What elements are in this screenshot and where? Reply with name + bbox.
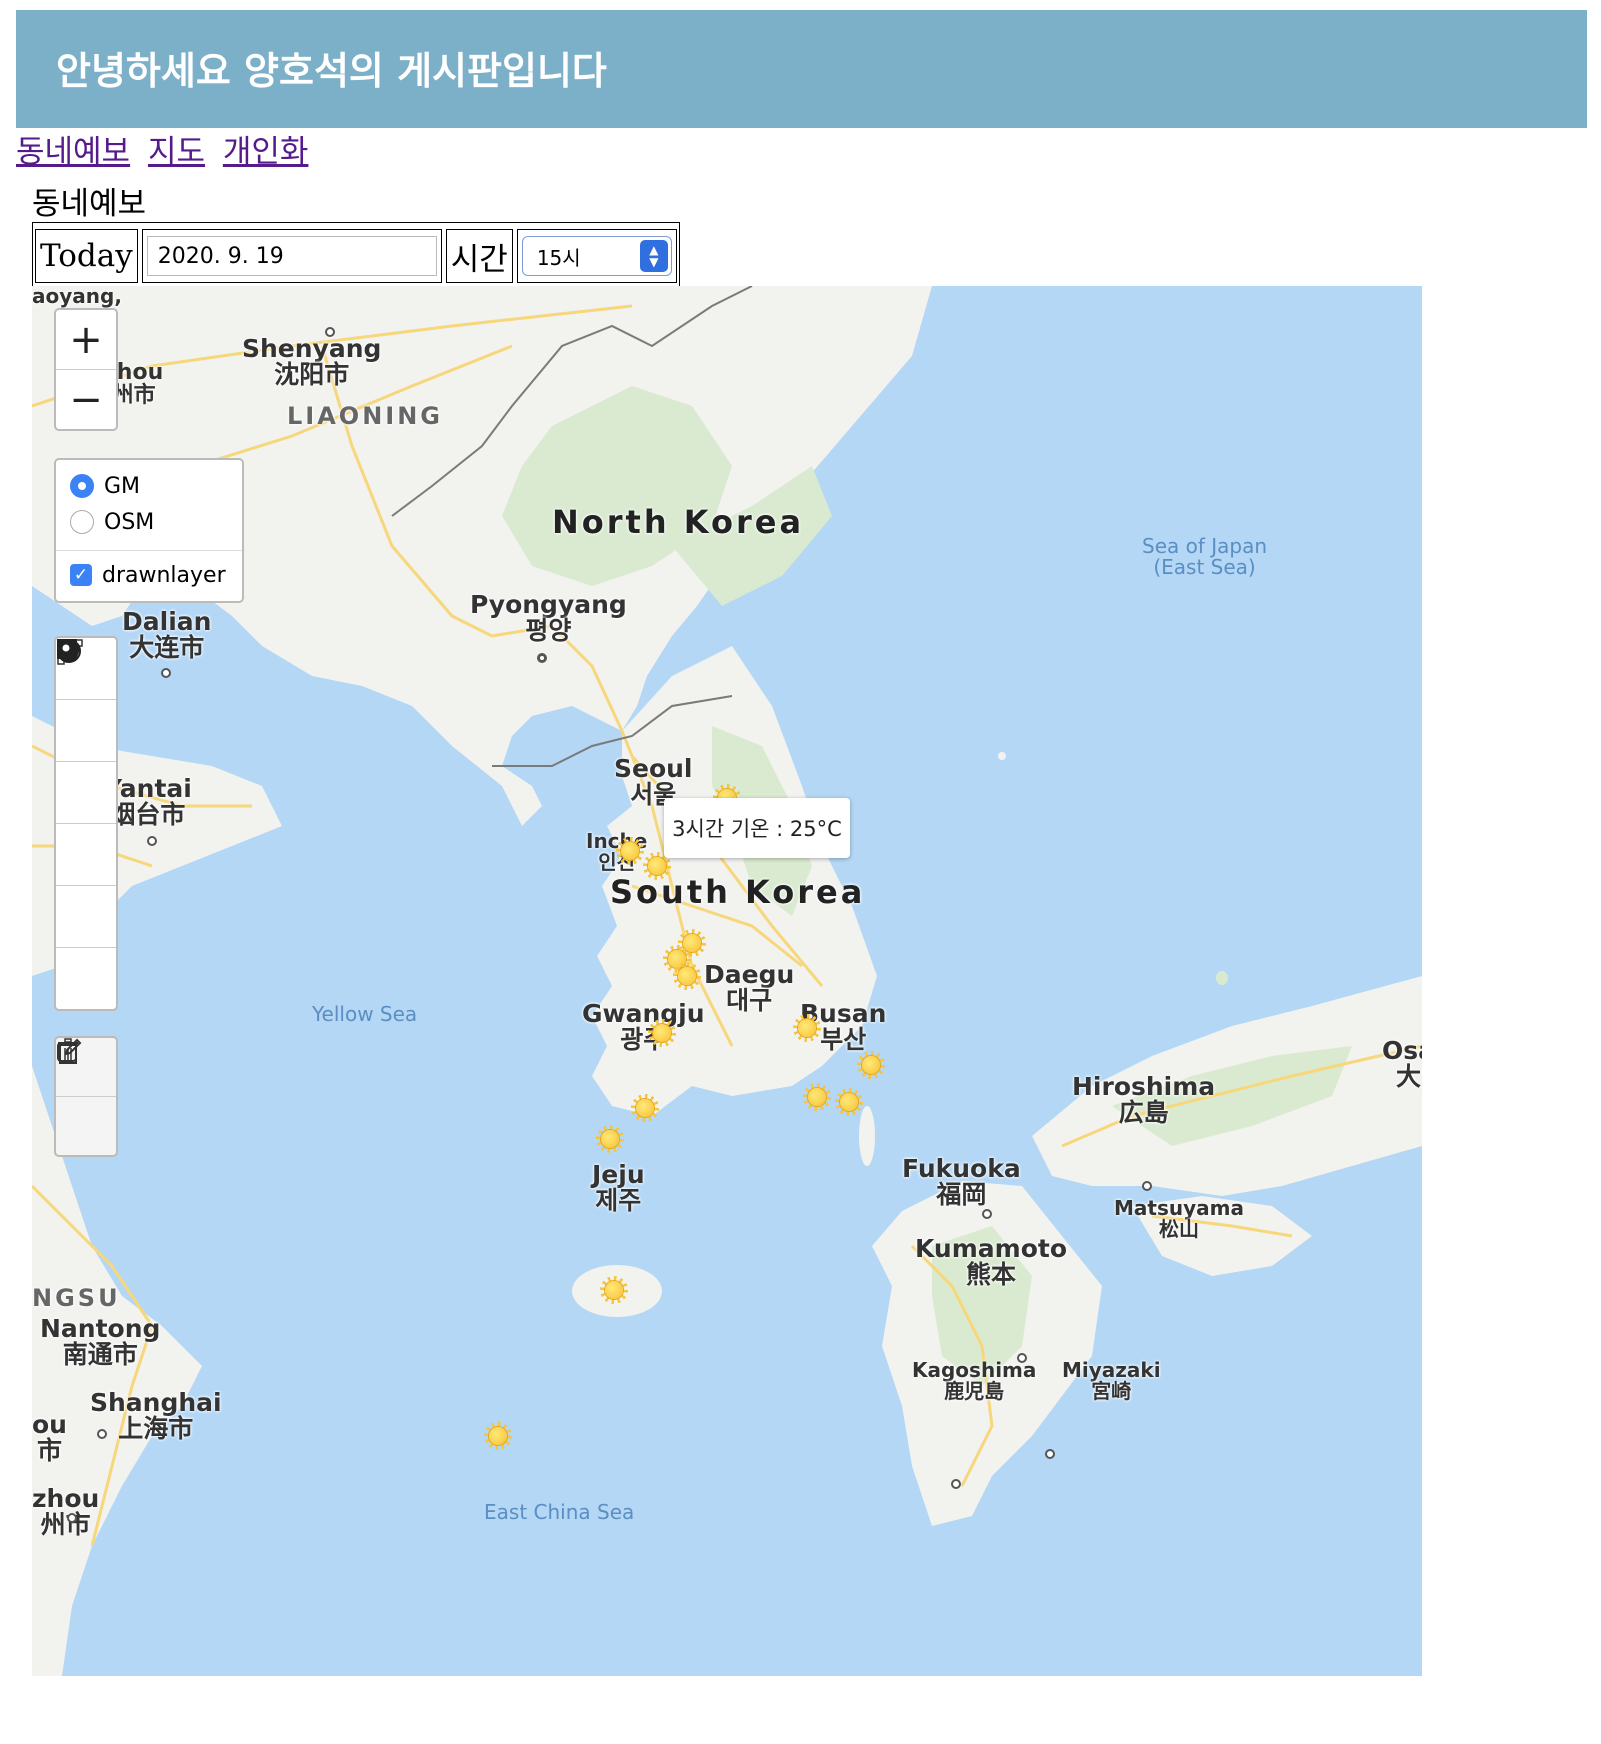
sun-icon[interactable] [597,1273,631,1307]
time-select[interactable]: 15시 ▲ ▼ [521,236,672,276]
today-label: Today [40,238,133,274]
map-label-jiangsu: NGSU [32,1284,121,1312]
layer-option-osm[interactable]: OSM [56,504,242,540]
map-label-daegu: Daegu 대구 [704,960,795,1016]
draw-marker-button[interactable] [56,639,116,947]
date-cell [141,229,442,283]
nav-links: 동네예보 지도 개인화 [16,126,316,171]
sun-icon[interactable] [790,1011,824,1045]
land-dokdo [998,752,1006,760]
edit-toolbar [54,1036,118,1157]
nav-link-personalize[interactable]: 개인화 [223,134,309,170]
map-label-miyazaki: Miyazaki 宮崎 [1062,1358,1161,1403]
city-dot [325,327,335,337]
map-label-ou-left: ou 市 [32,1410,67,1466]
section-title: 동네예보 [32,186,147,222]
city-dot [161,668,171,678]
draw-circlemarker-button[interactable] [56,639,116,1009]
map-label-osaka: Osa 大 [1382,1036,1422,1092]
select-arrows-icon: ▲ ▼ [639,240,668,272]
map-label-shenyang: Shenyang 沈阳市 [242,334,382,390]
layer-label-drawnlayer: drawnlayer [102,562,226,588]
land-ulleung [1216,971,1228,985]
map-label-liaoning: LIAONING [287,402,443,430]
city-dot [147,836,157,846]
map-label-shanghai: Shanghai 上海市 [90,1388,222,1444]
time-select-value: 15시 [536,245,581,270]
layer-divider [56,550,242,551]
map-label-jeju: Jeju 제주 [592,1160,645,1216]
map-label-pyongyang: Pyongyang 평양 [470,590,627,646]
date-input[interactable] [146,236,437,276]
forecast-controls: Today 시간 15시 ▲▼ [32,222,680,290]
nav-link-map[interactable]: 지도 [148,134,205,170]
time-label-cell: 시간 [445,229,513,283]
map-label-dalian: Dalian 大连市 [122,607,212,663]
sun-icon[interactable] [593,1122,627,1156]
draw-rectangle-button[interactable] [56,639,116,823]
draw-polygon-button[interactable] [56,640,116,761]
map-view[interactable]: aoyang, Shenyang 沈阳市 LIAONING zhou 州市 No… [32,286,1422,1676]
city-dot [1045,1449,1055,1459]
map-label-yellow-sea: Yellow Sea [312,1002,418,1026]
map-label-gwangju: Gwangju 광주 [582,999,705,1055]
today-cell: Today [35,229,138,283]
map-label-east-china-sea: East China Sea [484,1500,635,1524]
sun-icon[interactable] [832,1085,866,1119]
city-dot [537,653,547,663]
map-label-zhou-bottom: zhou 州市 [32,1484,100,1540]
zoom-in-button[interactable]: + [56,310,116,369]
layer-option-gm[interactable]: GM [56,468,242,504]
radio-selected-icon[interactable] [70,474,94,498]
city-dot [1142,1181,1152,1191]
map-label-nantong: Nantong 南通市 [40,1314,161,1370]
layer-label-osm: OSM [104,509,155,535]
sun-icon[interactable] [800,1080,834,1114]
page-title: 안녕하세요 양호석의 게시판입니다 [56,49,607,93]
map-label-hiroshima: Hiroshima 広島 [1072,1072,1216,1128]
land-east-china [32,1066,202,1676]
zoom-control: + − [54,308,118,431]
zoom-out-button[interactable]: − [56,369,116,429]
city-dot [982,1209,992,1219]
sun-icon[interactable] [670,959,704,993]
map-label-north-korea: North Korea [552,503,805,541]
layer-control: GM OSM ✓ drawnlayer [54,458,244,603]
sun-icon[interactable] [854,1048,888,1082]
layer-label-gm: GM [104,473,141,499]
nav-link-forecast[interactable]: 동네예보 [16,134,130,170]
sun-icon[interactable] [481,1419,515,1453]
map-label-kagoshima: Kagoshima 鹿児島 [912,1358,1037,1403]
draw-circle-button[interactable] [56,639,116,885]
sun-icon[interactable] [628,1091,662,1125]
city-dot [67,1513,77,1523]
time-select-cell: 15시 ▲ ▼ [516,229,677,283]
map-label-fukuoka: Fukuoka 福岡 [902,1154,1021,1210]
map-label-matsuyama: Matsuyama 松山 [1114,1196,1244,1241]
sun-icon[interactable] [645,1016,679,1050]
map-label-kumamoto: Kumamoto 熊本 [915,1234,1068,1290]
radio-unselected-icon[interactable] [70,510,94,534]
delete-layers-button[interactable] [56,1038,116,1155]
draw-toolbar [54,636,118,1011]
map-label-sea-of-japan: Sea of Japan (East Sea) [1142,534,1268,579]
layer-option-drawnlayer[interactable]: ✓ drawnlayer [56,557,242,593]
city-dot [97,1429,107,1439]
map-label-haoyang: aoyang, [32,286,122,308]
time-label: 시간 [450,241,508,278]
city-dot [1017,1353,1027,1363]
city-dot [951,1479,961,1489]
temperature-tooltip: 3시간 기온 : 25°C [664,798,850,858]
circle-outline-icon [57,639,81,663]
checkbox-checked-icon[interactable]: ✓ [70,564,92,586]
page-header: 안녕하세요 양호석의 게시판입니다 [16,10,1587,128]
trash-icon [58,1038,78,1064]
